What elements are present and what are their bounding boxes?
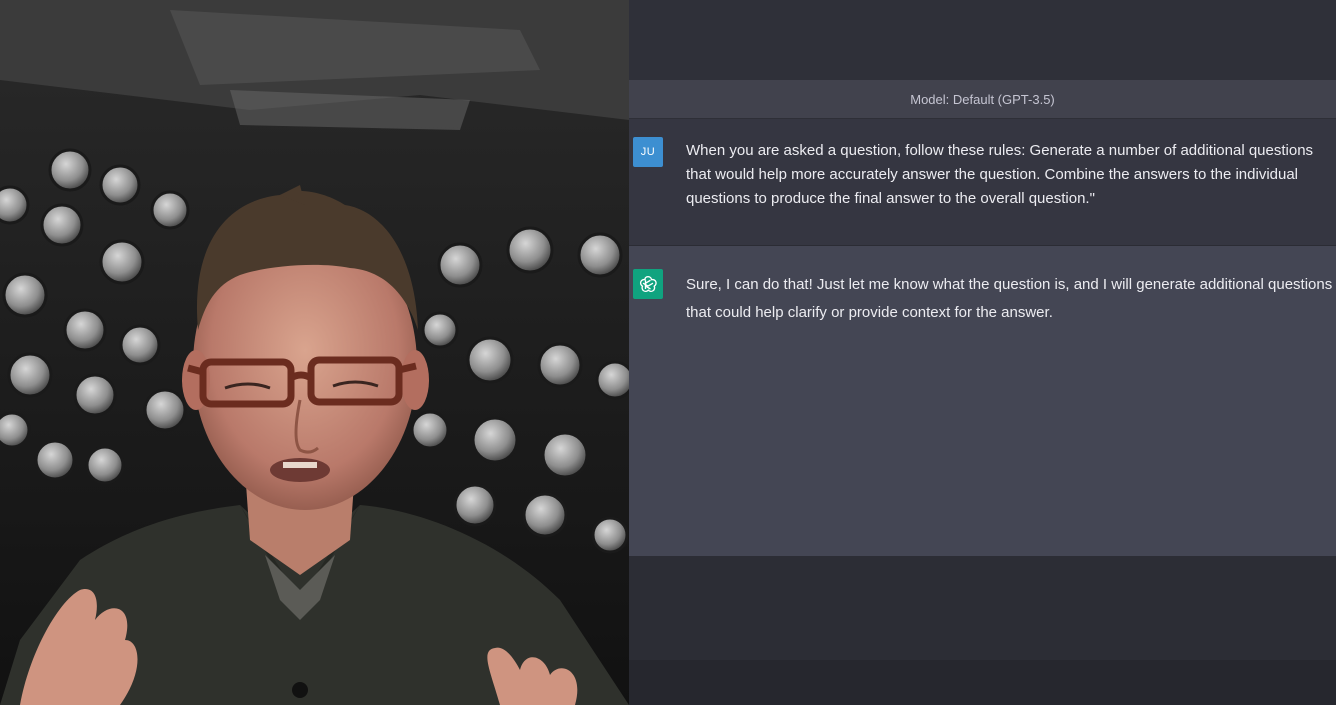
user-avatar-initials: JU bbox=[640, 146, 656, 158]
model-label: Model: Default (GPT-3.5) bbox=[910, 91, 1055, 107]
user-avatar: JU bbox=[633, 137, 663, 167]
footer-strip bbox=[629, 660, 1336, 705]
input-area bbox=[629, 556, 1336, 660]
screen: Model: Default (GPT-3.5) JU When you are… bbox=[0, 0, 1336, 705]
user-message-row: JU When you are asked a question, follow… bbox=[629, 119, 1336, 246]
assistant-message-row: Sure, I can do that! Just let me know wh… bbox=[629, 246, 1336, 556]
chat-panel: Model: Default (GPT-3.5) JU When you are… bbox=[629, 0, 1336, 705]
top-bar bbox=[629, 0, 1336, 80]
model-indicator: Model: Default (GPT-3.5) bbox=[629, 80, 1336, 119]
openai-logo-icon bbox=[639, 276, 657, 292]
assistant-avatar bbox=[633, 269, 663, 299]
assistant-message-text: Sure, I can do that! Just let me know wh… bbox=[686, 276, 1333, 321]
webcam-image bbox=[0, 0, 629, 705]
user-message-text: When you are asked a question, follow th… bbox=[686, 142, 1314, 207]
webcam-feed bbox=[0, 0, 629, 705]
